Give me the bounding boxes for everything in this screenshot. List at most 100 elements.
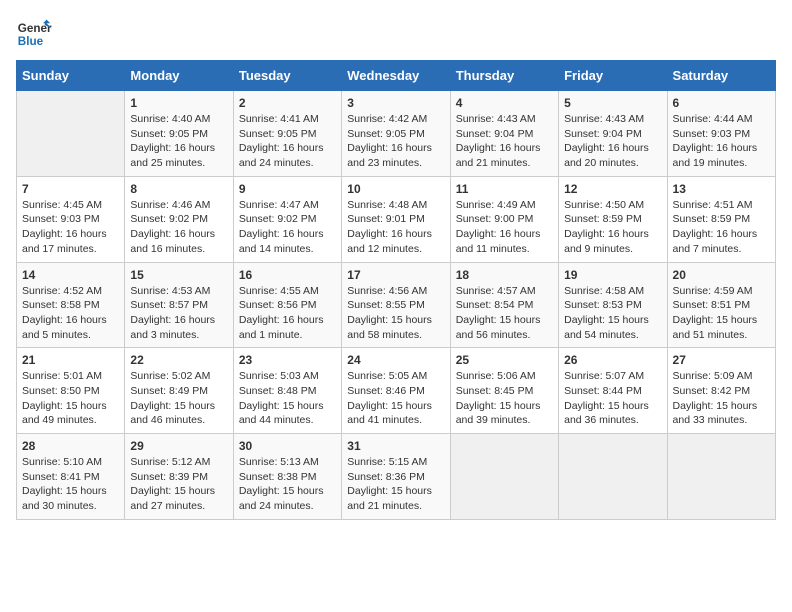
day-info: Sunrise: 4:40 AM Sunset: 9:05 PM Dayligh… (130, 112, 227, 171)
day-info: Sunrise: 4:43 AM Sunset: 9:04 PM Dayligh… (564, 112, 661, 171)
day-info: Sunrise: 4:55 AM Sunset: 8:56 PM Dayligh… (239, 284, 336, 343)
day-number: 17 (347, 268, 444, 282)
day-number: 4 (456, 96, 553, 110)
calendar-cell: 6 Sunrise: 4:44 AM Sunset: 9:03 PM Daylig… (667, 91, 775, 177)
day-number: 22 (130, 353, 227, 367)
calendar-cell: 8Sunrise: 4:46 AM Sunset: 9:02 PM Daylig… (125, 176, 233, 262)
calendar-cell: 9 Sunrise: 4:47 AM Sunset: 9:02 PM Daylig… (233, 176, 341, 262)
calendar-cell: 30 Sunrise: 5:13 AM Sunset: 8:38 PM Dayli… (233, 434, 341, 520)
calendar-cell (667, 434, 775, 520)
column-header-sunday: Sunday (17, 61, 125, 91)
day-number: 26 (564, 353, 661, 367)
day-info: Sunrise: 5:02 AM Sunset: 8:49 PM Dayligh… (130, 369, 227, 428)
day-info: Sunrise: 4:50 AM Sunset: 8:59 PM Dayligh… (564, 198, 661, 257)
day-info: Sunrise: 4:45 AM Sunset: 9:03 PM Dayligh… (22, 198, 119, 257)
calendar-cell (559, 434, 667, 520)
day-info: Sunrise: 5:12 AM Sunset: 8:39 PM Dayligh… (130, 455, 227, 514)
calendar-cell (17, 91, 125, 177)
calendar-cell: 19 Sunrise: 4:58 AM Sunset: 8:53 PM Dayli… (559, 262, 667, 348)
day-number: 2 (239, 96, 336, 110)
calendar-cell: 31 Sunrise: 5:15 AM Sunset: 8:36 PM Dayli… (342, 434, 450, 520)
day-info: Sunrise: 5:03 AM Sunset: 8:48 PM Dayligh… (239, 369, 336, 428)
day-info: Sunrise: 5:09 AM Sunset: 8:42 PM Dayligh… (673, 369, 770, 428)
column-header-monday: Monday (125, 61, 233, 91)
day-number: 31 (347, 439, 444, 453)
calendar-cell: 12 Sunrise: 4:50 AM Sunset: 8:59 PM Dayli… (559, 176, 667, 262)
day-number: 12 (564, 182, 661, 196)
calendar-cell: 17 Sunrise: 4:56 AM Sunset: 8:55 PM Dayli… (342, 262, 450, 348)
day-info: Sunrise: 4:53 AM Sunset: 8:57 PM Dayligh… (130, 284, 227, 343)
week-row-5: 28Sunrise: 5:10 AM Sunset: 8:41 PM Dayli… (17, 434, 776, 520)
day-info: Sunrise: 4:56 AM Sunset: 8:55 PM Dayligh… (347, 284, 444, 343)
day-info: Sunrise: 4:44 AM Sunset: 9:03 PM Dayligh… (673, 112, 770, 171)
column-header-friday: Friday (559, 61, 667, 91)
calendar-cell: 28Sunrise: 5:10 AM Sunset: 8:41 PM Dayli… (17, 434, 125, 520)
svg-text:Blue: Blue (18, 35, 44, 48)
calendar-cell: 25 Sunrise: 5:06 AM Sunset: 8:45 PM Dayli… (450, 348, 558, 434)
day-number: 11 (456, 182, 553, 196)
day-info: Sunrise: 4:46 AM Sunset: 9:02 PM Dayligh… (130, 198, 227, 257)
calendar-table: SundayMondayTuesdayWednesdayThursdayFrid… (16, 60, 776, 520)
day-info: Sunrise: 5:15 AM Sunset: 8:36 PM Dayligh… (347, 455, 444, 514)
week-row-3: 14Sunrise: 4:52 AM Sunset: 8:58 PM Dayli… (17, 262, 776, 348)
week-row-4: 21Sunrise: 5:01 AM Sunset: 8:50 PM Dayli… (17, 348, 776, 434)
calendar-cell: 7 Sunrise: 4:45 AM Sunset: 9:03 PM Daylig… (17, 176, 125, 262)
day-number: 16 (239, 268, 336, 282)
day-info: Sunrise: 5:01 AM Sunset: 8:50 PM Dayligh… (22, 369, 119, 428)
day-number: 14 (22, 268, 119, 282)
day-number: 25 (456, 353, 553, 367)
logo-icon: General Blue (16, 16, 52, 52)
day-number: 15 (130, 268, 227, 282)
day-number: 5 (564, 96, 661, 110)
day-info: Sunrise: 5:10 AM Sunset: 8:41 PM Dayligh… (22, 455, 119, 514)
day-info: Sunrise: 5:13 AM Sunset: 8:38 PM Dayligh… (239, 455, 336, 514)
day-info: Sunrise: 4:42 AM Sunset: 9:05 PM Dayligh… (347, 112, 444, 171)
calendar-cell: 23 Sunrise: 5:03 AM Sunset: 8:48 PM Dayli… (233, 348, 341, 434)
day-number: 27 (673, 353, 770, 367)
day-info: Sunrise: 4:59 AM Sunset: 8:51 PM Dayligh… (673, 284, 770, 343)
day-number: 7 (22, 182, 119, 196)
day-info: Sunrise: 4:57 AM Sunset: 8:54 PM Dayligh… (456, 284, 553, 343)
calendar-cell: 18 Sunrise: 4:57 AM Sunset: 8:54 PM Dayli… (450, 262, 558, 348)
day-info: Sunrise: 5:06 AM Sunset: 8:45 PM Dayligh… (456, 369, 553, 428)
day-info: Sunrise: 4:43 AM Sunset: 9:04 PM Dayligh… (456, 112, 553, 171)
day-info: Sunrise: 4:58 AM Sunset: 8:53 PM Dayligh… (564, 284, 661, 343)
day-info: Sunrise: 4:49 AM Sunset: 9:00 PM Dayligh… (456, 198, 553, 257)
day-number: 30 (239, 439, 336, 453)
column-header-tuesday: Tuesday (233, 61, 341, 91)
calendar-cell: 5 Sunrise: 4:43 AM Sunset: 9:04 PM Daylig… (559, 91, 667, 177)
day-number: 23 (239, 353, 336, 367)
calendar-cell (450, 434, 558, 520)
day-number: 19 (564, 268, 661, 282)
logo: General Blue (16, 16, 52, 52)
calendar-cell: 24Sunrise: 5:05 AM Sunset: 8:46 PM Dayli… (342, 348, 450, 434)
day-info: Sunrise: 4:48 AM Sunset: 9:01 PM Dayligh… (347, 198, 444, 257)
calendar-cell: 21Sunrise: 5:01 AM Sunset: 8:50 PM Dayli… (17, 348, 125, 434)
day-number: 6 (673, 96, 770, 110)
day-info: Sunrise: 4:41 AM Sunset: 9:05 PM Dayligh… (239, 112, 336, 171)
calendar-cell: 16 Sunrise: 4:55 AM Sunset: 8:56 PM Dayli… (233, 262, 341, 348)
calendar-cell: 11 Sunrise: 4:49 AM Sunset: 9:00 PM Dayli… (450, 176, 558, 262)
column-header-row: SundayMondayTuesdayWednesdayThursdayFrid… (17, 61, 776, 91)
calendar-cell: 1Sunrise: 4:40 AM Sunset: 9:05 PM Daylig… (125, 91, 233, 177)
day-number: 24 (347, 353, 444, 367)
calendar-cell: 3 Sunrise: 4:42 AM Sunset: 9:05 PM Daylig… (342, 91, 450, 177)
day-number: 18 (456, 268, 553, 282)
calendar-cell: 26 Sunrise: 5:07 AM Sunset: 8:44 PM Dayli… (559, 348, 667, 434)
calendar-cell: 10 Sunrise: 4:48 AM Sunset: 9:01 PM Dayli… (342, 176, 450, 262)
column-header-wednesday: Wednesday (342, 61, 450, 91)
calendar-cell: 27 Sunrise: 5:09 AM Sunset: 8:42 PM Dayli… (667, 348, 775, 434)
week-row-1: 1Sunrise: 4:40 AM Sunset: 9:05 PM Daylig… (17, 91, 776, 177)
calendar-cell: 20Sunrise: 4:59 AM Sunset: 8:51 PM Dayli… (667, 262, 775, 348)
day-info: Sunrise: 4:47 AM Sunset: 9:02 PM Dayligh… (239, 198, 336, 257)
calendar-cell: 4 Sunrise: 4:43 AM Sunset: 9:04 PM Daylig… (450, 91, 558, 177)
day-number: 9 (239, 182, 336, 196)
day-number: 3 (347, 96, 444, 110)
day-info: Sunrise: 5:07 AM Sunset: 8:44 PM Dayligh… (564, 369, 661, 428)
day-number: 10 (347, 182, 444, 196)
calendar-cell: 15 Sunrise: 4:53 AM Sunset: 8:57 PM Dayli… (125, 262, 233, 348)
column-header-saturday: Saturday (667, 61, 775, 91)
calendar-cell: 2 Sunrise: 4:41 AM Sunset: 9:05 PM Daylig… (233, 91, 341, 177)
page-header: General Blue (16, 16, 776, 52)
column-header-thursday: Thursday (450, 61, 558, 91)
